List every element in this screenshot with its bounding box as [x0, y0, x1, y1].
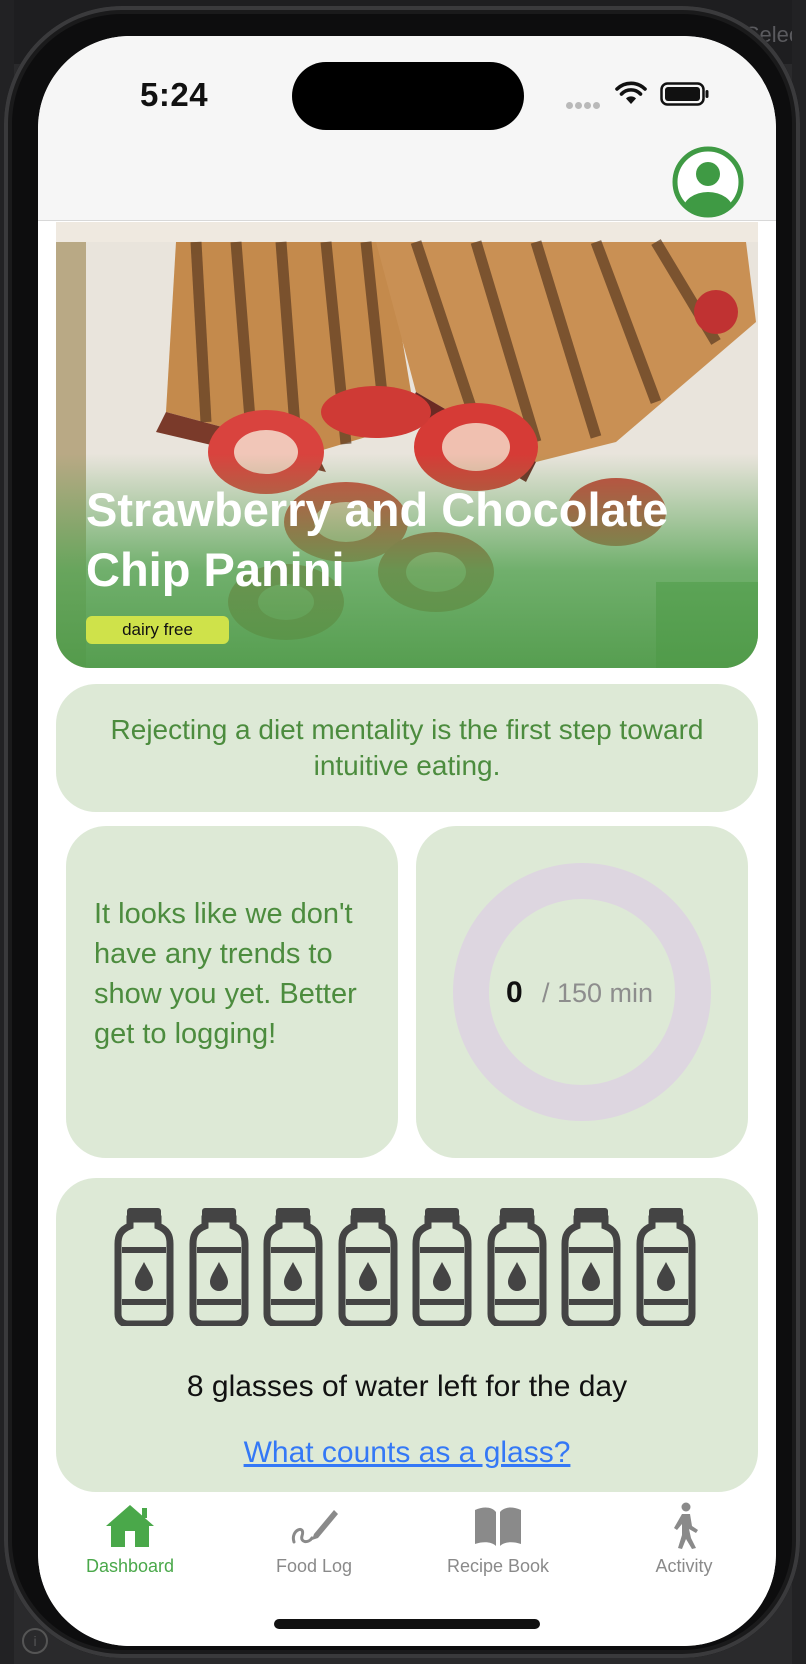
book-icon	[475, 1507, 521, 1546]
quote-text: Rejecting a diet mentality is the first …	[110, 714, 704, 781]
dynamic-island	[292, 62, 524, 130]
water-bottle-icon[interactable]	[114, 1206, 174, 1326]
tab-activity[interactable]: Activity	[592, 1502, 776, 1577]
water-bottle-icon[interactable]	[189, 1206, 249, 1326]
trends-message: It looks like we don't have any trends t…	[94, 898, 357, 1050]
battery-icon	[660, 82, 709, 106]
house-icon	[106, 1505, 154, 1547]
water-bottle-icon[interactable]	[561, 1206, 621, 1326]
tab-label: Dashboard	[85, 1556, 175, 1576]
water-bottle-icon[interactable]	[487, 1206, 547, 1326]
profile-icon[interactable]	[670, 144, 746, 220]
tab-label: Activity	[655, 1556, 713, 1576]
pen-icon	[291, 1510, 338, 1544]
tab-label: Recipe Book	[446, 1556, 550, 1576]
water-bottle-icon[interactable]	[412, 1206, 472, 1326]
diet-tag-badge: dairy free	[86, 616, 229, 644]
recipe-title: Strawberry and Chocolate Chip Panini	[86, 483, 669, 596]
featured-recipe-card[interactable]: Strawberry and Chocolate Chip Panini dai…	[56, 222, 758, 668]
tab-label: Food Log	[275, 1556, 353, 1576]
wifi-icon	[615, 81, 647, 104]
water-bottle-row	[114, 1206, 704, 1326]
activity-goal-label: / 150 min	[542, 978, 654, 1008]
water-bottle-icon[interactable]	[338, 1206, 398, 1326]
home-indicator	[274, 1619, 540, 1629]
water-tracker-card: 8 glasses of water left for the day What…	[56, 1178, 758, 1492]
walking-icon	[674, 1502, 698, 1549]
activity-minutes-value: 0	[506, 976, 523, 1009]
water-remaining-text: 8 glasses of water left for the day	[186, 1370, 628, 1403]
tab-food-log[interactable]: Food Log	[222, 1502, 406, 1577]
cellular-icon	[566, 96, 604, 109]
status-time: 5:24	[140, 76, 209, 113]
glass-info-link[interactable]: What counts as a glass?	[56, 1436, 758, 1470]
hero-gradient-overlay	[56, 222, 758, 668]
activity-ring-card[interactable]: 0 / 150 min	[416, 826, 748, 1158]
quote-card: Rejecting a diet mentality is the first …	[56, 684, 758, 812]
water-bottle-icon[interactable]	[263, 1206, 323, 1326]
trends-card[interactable]: It looks like we don't have any trends t…	[66, 826, 398, 1158]
tab-dashboard[interactable]: Dashboard	[38, 1502, 222, 1577]
tab-recipe-book[interactable]: Recipe Book	[406, 1502, 590, 1577]
phone-frame: 5:24 Strawberry and Chocolate Chip Panin…	[4, 6, 800, 1658]
water-bottle-icon[interactable]	[636, 1206, 696, 1326]
phone-screen: 5:24 Strawberry and Chocolate Chip Panin…	[38, 36, 776, 1646]
